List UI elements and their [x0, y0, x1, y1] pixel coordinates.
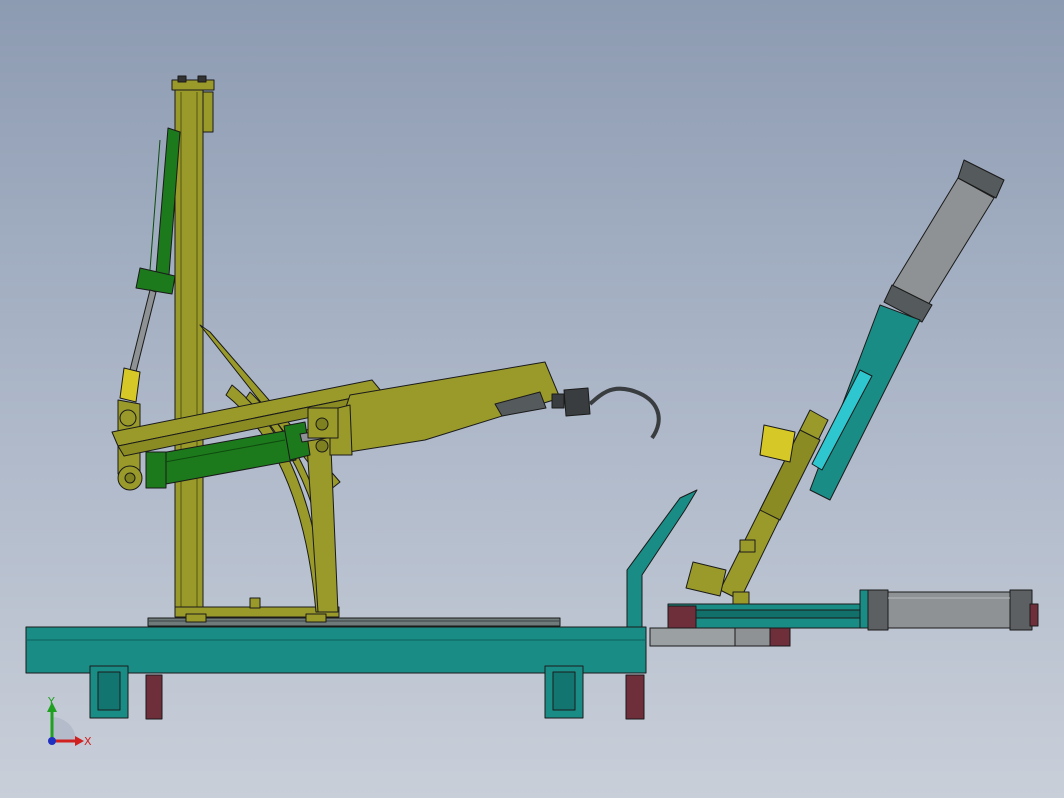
base-platform: [25, 617, 647, 720]
tool-mount: [563, 387, 591, 417]
actuator-guide-body: [809, 304, 921, 501]
leveling-block: [625, 674, 645, 720]
horizontal-pneumatic-cylinder: [867, 589, 1039, 631]
slide-assembly: [626, 489, 1039, 647]
machine-assembly-drawing: [25, 75, 1039, 720]
upper-hydraulic-cylinder: [119, 127, 181, 403]
column-post: [174, 85, 204, 617]
cad-viewport[interactable]: Y X: [0, 0, 1064, 798]
hook-icon: [588, 386, 661, 440]
inclined-cylinder: [889, 177, 995, 311]
leveling-block: [145, 674, 163, 720]
coordinate-triad: Y X: [47, 695, 92, 748]
base-top-plate: [147, 617, 561, 627]
inclined-actuator: [685, 159, 1005, 605]
x-axis-label: X: [84, 735, 92, 748]
gripper-block: [759, 424, 796, 463]
z-axis-dot: [48, 737, 56, 745]
y-axis-label: Y: [47, 695, 55, 708]
